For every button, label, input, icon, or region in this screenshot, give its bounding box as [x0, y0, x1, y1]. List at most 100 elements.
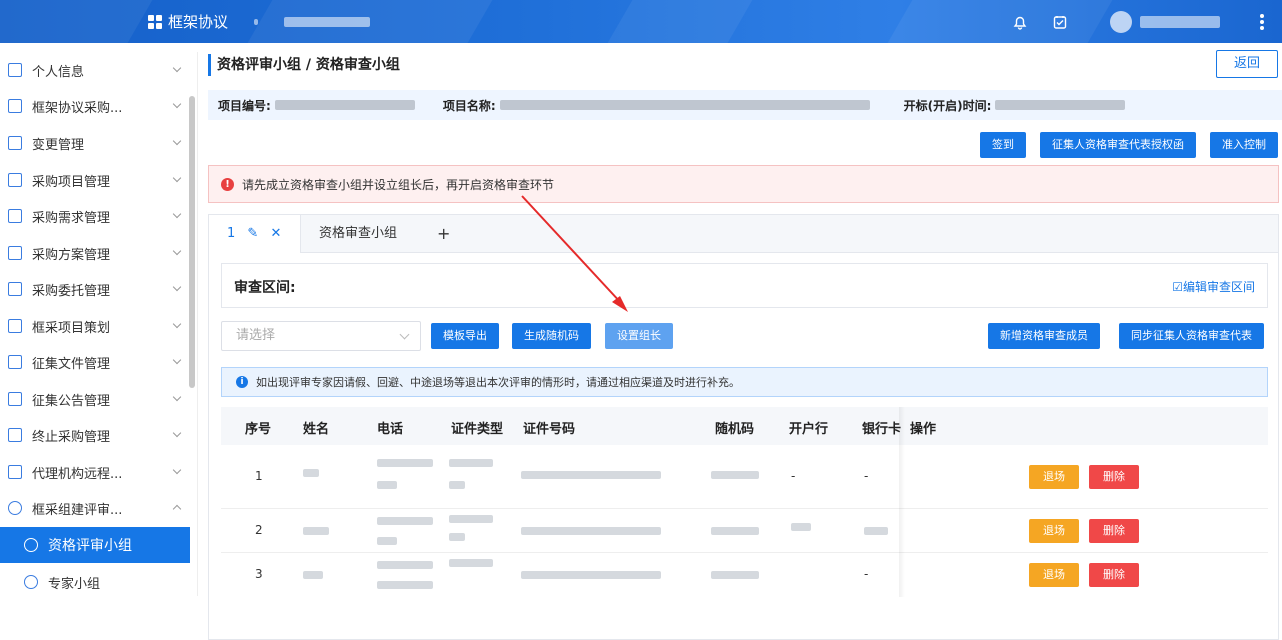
doc-icon	[8, 136, 22, 150]
add-tab-button[interactable]: +	[419, 215, 459, 253]
doc-icon	[8, 355, 22, 369]
access-control-button[interactable]: 准入控制	[1210, 132, 1278, 158]
project-name-label: 项目名称:	[442, 98, 496, 113]
folder-icon	[8, 173, 22, 187]
select-placeholder: 请选择	[236, 328, 276, 343]
column-header: 电话	[377, 422, 404, 437]
row-seq: 1	[255, 469, 263, 483]
close-icon[interactable]: ✕	[270, 226, 281, 241]
column-header: 序号	[245, 422, 272, 437]
back-button[interactable]: 返回	[1216, 50, 1278, 78]
card-cell: -	[864, 469, 869, 483]
chevron-down-icon	[172, 246, 182, 256]
blurred-cell	[303, 469, 319, 477]
clipboard-check-icon[interactable]	[1050, 12, 1070, 32]
doc-icon	[8, 63, 22, 77]
sidebar-item-announcement[interactable]: 征集公告管理	[0, 381, 190, 417]
blurred-cell	[711, 527, 759, 535]
blurred-cell	[303, 527, 329, 535]
column-header: 随机码	[715, 422, 755, 437]
column-header: 开户行	[789, 422, 829, 437]
folder-icon	[8, 319, 22, 333]
user-icon	[24, 575, 38, 589]
sidebar-item-solicitation-docs[interactable]: 征集文件管理	[0, 344, 190, 380]
sidebar-item-label: 框采组建评审...	[32, 502, 123, 518]
doc-icon	[8, 246, 22, 260]
chevron-down-icon	[172, 99, 182, 109]
column-header: 证件号码	[523, 422, 576, 437]
blurred-cell	[377, 581, 433, 589]
sidebar-item-label: 变更管理	[32, 137, 85, 153]
sidebar-scrollbar[interactable]	[189, 96, 195, 388]
blurred-cell	[449, 459, 493, 467]
info-note: i 如出现评审专家因请假、回避、中途退场等退出本次评审的情形时，请通过相应渠道及…	[221, 367, 1268, 397]
table-header: 序号 姓名 电话 证件类型 证件号码 随机码 开户行 银行卡 操作	[221, 407, 1268, 445]
sidebar-item-project-management[interactable]: 采购项目管理	[0, 162, 190, 198]
blurred-text	[284, 16, 371, 27]
tab-review-group[interactable]: 资格审查小组	[301, 215, 401, 253]
column-header: 姓名	[303, 422, 330, 437]
sidebar-item-entrust-management[interactable]: 采购委托管理	[0, 271, 190, 307]
blurred-cell	[377, 517, 433, 525]
chevron-down-icon	[172, 465, 182, 475]
edit-icon[interactable]: ✎	[247, 226, 258, 241]
sidebar-item-label: 框采项目策划	[32, 320, 111, 336]
blurred-cell	[449, 515, 493, 523]
more-vertical-icon[interactable]	[1260, 13, 1264, 30]
delete-button[interactable]: 删除	[1089, 519, 1139, 543]
tab-1[interactable]: 1 ✎ ✕	[209, 215, 301, 253]
app-logo[interactable]: 框架协议	[148, 11, 371, 32]
column-header: 证件类型	[451, 422, 504, 437]
warning-alert: ! 请先成立资格审查小组并设立组长后，再开启资格审查环节	[208, 165, 1279, 203]
sync-representative-button[interactable]: 同步征集人资格审查代表	[1119, 323, 1264, 349]
sidebar-item-framework-procurement[interactable]: 框架协议采购...	[0, 88, 190, 124]
blurred-cell	[377, 561, 433, 569]
sidebar-item-plan-management[interactable]: 采购方案管理	[0, 235, 190, 271]
column-header: 银行卡	[862, 422, 902, 437]
chevron-down-icon	[172, 392, 182, 402]
chevron-down-icon	[172, 136, 182, 146]
sidebar-item-termination[interactable]: 终止采购管理	[0, 417, 190, 453]
doc-icon	[8, 282, 22, 296]
blurred-text	[254, 18, 259, 25]
review-range-box: 审查区间: ☑编辑审查区间	[221, 263, 1268, 308]
bell-icon[interactable]	[1010, 12, 1030, 32]
authorize-letter-button[interactable]: 征集人资格审查代表授权函	[1040, 132, 1196, 158]
range-select[interactable]: 请选择	[221, 321, 421, 351]
sidebar-item-label: 征集文件管理	[32, 356, 111, 372]
sidebar-item-review-group[interactable]: 框采组建评审...	[0, 490, 190, 526]
sidebar-item-label: 采购方案管理	[32, 247, 111, 263]
sidebar-item-personal-info[interactable]: 个人信息	[0, 52, 190, 88]
sidebar-item-change-management[interactable]: 变更管理	[0, 125, 190, 161]
doc-icon	[8, 392, 22, 406]
blurred-cell	[377, 459, 433, 467]
sidebar-item-project-planning[interactable]: 框采项目策划	[0, 308, 190, 344]
exit-button[interactable]: 退场	[1029, 465, 1079, 489]
signin-button[interactable]: 签到	[980, 132, 1026, 158]
chevron-down-icon	[172, 282, 182, 292]
sidebar-subitem-qualification-group[interactable]: 资格评审小组	[0, 527, 190, 563]
blurred-value	[995, 100, 1126, 110]
info-icon: i	[236, 376, 248, 388]
sidebar-item-agency-remote[interactable]: 代理机构远程...	[0, 454, 190, 490]
set-leader-button[interactable]: 设置组长	[605, 323, 673, 349]
chevron-up-icon	[172, 504, 182, 514]
sidebar-item-label: 个人信息	[32, 64, 85, 80]
user-avatar[interactable]	[1110, 10, 1132, 33]
add-member-button[interactable]: 新增资格审查成员	[988, 323, 1100, 349]
exit-button[interactable]: 退场	[1029, 563, 1079, 587]
tab-label: 1	[227, 226, 236, 241]
sidebar-subitem-expert-group[interactable]: 专家小组	[0, 564, 190, 600]
sidebar-item-demand-management[interactable]: 采购需求管理	[0, 198, 190, 234]
delete-button[interactable]: 删除	[1089, 563, 1139, 587]
blurred-cell	[711, 471, 759, 479]
edit-range-link[interactable]: ☑编辑审查区间	[1172, 278, 1255, 295]
exit-button[interactable]: 退场	[1029, 519, 1079, 543]
blurred-cell	[449, 481, 465, 489]
doc-icon	[8, 465, 22, 479]
blurred-value	[499, 100, 870, 110]
sidebar-item-label: 采购需求管理	[32, 210, 111, 226]
export-template-button[interactable]: 模板导出	[431, 323, 499, 349]
delete-button[interactable]: 删除	[1089, 465, 1139, 489]
generate-random-button[interactable]: 生成随机码	[512, 323, 591, 349]
